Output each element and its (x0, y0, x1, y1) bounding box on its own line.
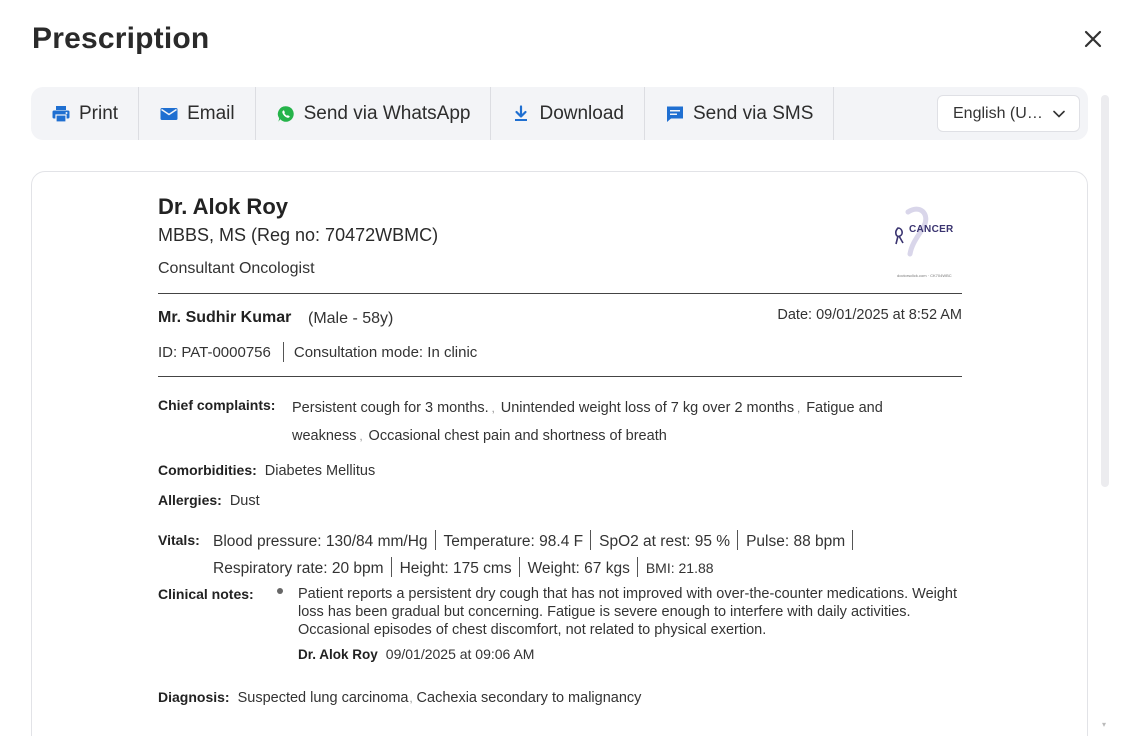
whatsapp-icon (277, 105, 294, 122)
allergies-section: Allergies: Dust (158, 492, 260, 510)
allergies-value: Dust (229, 493, 260, 509)
clinic-logo-icon (895, 206, 929, 257)
email-button[interactable]: Email (139, 87, 256, 140)
bullet-icon (277, 588, 283, 594)
comorbidities-label: Comorbidities: (158, 462, 257, 478)
action-toolbar: Print Email Send via WhatsApp Download S… (31, 87, 1088, 140)
clinical-note-signature: Dr. Alok Roy 09/01/2025 at 09:06 AM (298, 646, 534, 662)
vital-item: Respiratory rate: 20 bpm (213, 560, 384, 577)
chevron-down-icon (1053, 110, 1065, 118)
language-select[interactable]: English (United States) (937, 95, 1080, 132)
divider (158, 293, 962, 294)
clinical-notes-label: Clinical notes: (158, 586, 254, 602)
scrollbar-thumb[interactable] (1101, 95, 1109, 487)
vital-item: Temperature: 98.4 F (443, 533, 584, 550)
clinical-note-text: Patient reports a persistent dry cough t… (298, 586, 958, 638)
consultation-mode: Consultation mode: In clinic (293, 343, 478, 361)
chief-complaints-label: Chief complaints: (158, 397, 276, 413)
diagnosis-item: Suspected lung carcinoma (237, 690, 409, 706)
doctor-role: Consultant Oncologist (158, 260, 315, 277)
vital-item: SpO2 at rest: 95 % (599, 533, 731, 550)
note-author: Dr. Alok Roy (298, 647, 378, 662)
whatsapp-label: Send via WhatsApp (303, 102, 471, 124)
scroll-down-icon[interactable]: ▾ (1102, 720, 1106, 729)
message-icon (666, 106, 683, 122)
vitals-label: Vitals: (158, 532, 200, 548)
diagnosis-section: Diagnosis: Suspected lung carcinoma, Cache… (158, 689, 642, 706)
complaint-item: Persistent cough for 3 months. (292, 400, 489, 416)
vital-item: BMI: 21.88 (645, 560, 714, 576)
download-icon (515, 104, 528, 121)
complaint-item: Occasional chest pain and shortness of b… (368, 428, 667, 444)
vital-item: Weight: 67 kgs (527, 560, 630, 577)
print-button[interactable]: Print (31, 87, 140, 140)
mail-icon (160, 107, 178, 120)
diagnosis-item: Cachexia secondary to malignancy (416, 690, 642, 706)
sms-label: Send via SMS (692, 102, 814, 124)
prescription-document: Dr. Alok Roy MBBS, MS (Reg no: 70472WBMC… (31, 171, 1088, 736)
patient-name: Mr. Sudhir Kumar (158, 309, 292, 326)
download-button[interactable]: Download (491, 87, 645, 140)
separator (282, 342, 284, 362)
allergies-label: Allergies: (158, 492, 222, 508)
vital-item: Blood pressure: 130/84 mm/Hg (213, 533, 428, 550)
print-label: Print (79, 102, 119, 124)
whatsapp-button[interactable]: Send via WhatsApp (256, 87, 492, 140)
consultation-date: Date: 09/01/2025 at 8:52 AM (777, 307, 962, 323)
divider (158, 376, 962, 377)
patient-id: ID: PAT-0000756 (158, 343, 271, 361)
language-value: English (United States) (953, 104, 1048, 122)
logo-subtext: doctorsclick.com · CK704WBC (897, 273, 952, 278)
close-icon[interactable] (1080, 26, 1106, 52)
complaint-item: Unintended weight loss of 7 kg over 2 mo… (500, 400, 795, 416)
printer-icon (52, 105, 70, 123)
comorbidities-section: Comorbidities: Diabetes Mellitus (158, 462, 375, 480)
note-timestamp: 09/01/2025 at 09:06 AM (385, 646, 535, 662)
doctor-name: Dr. Alok Roy (158, 194, 288, 219)
vital-item: Pulse: 88 bpm (746, 533, 846, 550)
download-label: Download (539, 102, 624, 124)
vital-item: Height: 175 cms (399, 560, 512, 577)
email-label: Email (187, 102, 235, 124)
patient-id-row: ID: PAT-0000756 Consultation mode: In cl… (158, 342, 477, 362)
doctor-qualification: MBBS, MS (Reg no: 70472WBMC) (158, 225, 439, 245)
comorbidities-value: Diabetes Mellitus (264, 463, 376, 479)
patient-gender-age: (Male - 58y) (308, 310, 394, 327)
logo-text: CANCER (909, 224, 954, 235)
page-title: Prescription (32, 22, 210, 55)
sms-button[interactable]: Send via SMS (645, 87, 835, 140)
diagnosis-label: Diagnosis: (158, 689, 230, 705)
